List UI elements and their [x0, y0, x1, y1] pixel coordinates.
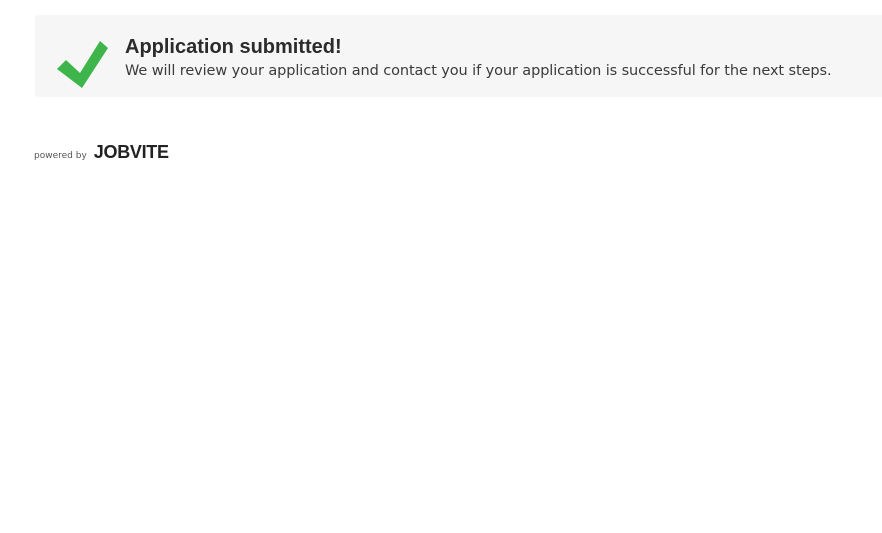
confirmation-message: We will review your application and cont…	[125, 63, 832, 79]
powered-by-label: powered by	[34, 151, 87, 161]
confirmation-title: Application submitted!	[125, 36, 342, 58]
jobvite-logo[interactable]: JOBVITE	[94, 142, 169, 163]
powered-by-footer: powered by JOBVITE	[34, 142, 169, 163]
confirmation-banner: Application submitted! We will review yo…	[35, 15, 882, 97]
checkmark-icon	[57, 41, 109, 89]
